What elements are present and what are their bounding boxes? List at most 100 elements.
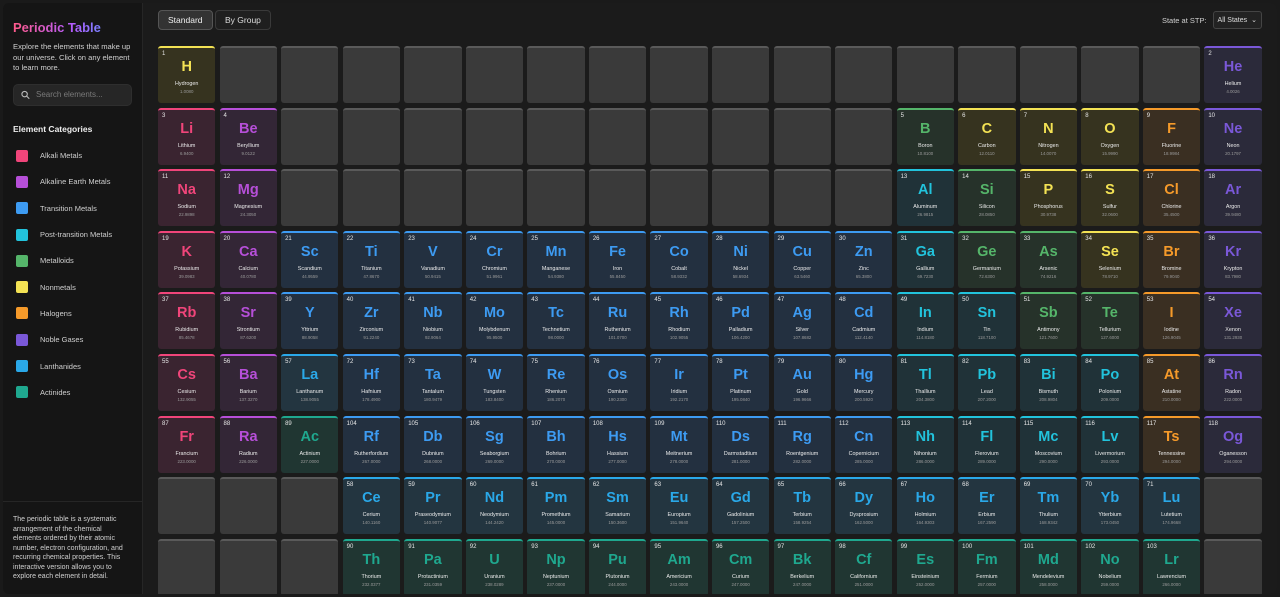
element-v[interactable]: 23 V Vanadium 50.9415 [404,230,462,288]
element-cm[interactable]: 96 Cm Curium 247.0000 [711,538,770,594]
element-eu[interactable]: 63 Eu Europium 151.9640 [650,477,708,535]
element-kr[interactable]: 36 Kr Krypton 83.7980 [1204,230,1262,288]
element-mg[interactable]: 12 Mg Magnesium 24.3050 [219,169,277,227]
element-ho[interactable]: 67 Ho Holmium 164.9303 [896,477,954,535]
element-ti[interactable]: 22 Ti Titanium 47.8670 [342,230,401,288]
element-re[interactable]: 75 Re Rhenium 186.2070 [527,354,585,411]
element-hg[interactable]: 80 Hg Mercury 200.5920 [835,354,893,411]
element-be[interactable]: 4 Be Beryllium 9.0122 [219,107,277,165]
element-ar[interactable]: 18 Ar Argon 39.9480 [1204,169,1262,227]
element-sb[interactable]: 51 Sb Antimony 121.7600 [1019,292,1078,350]
element-zr[interactable]: 40 Zr Zirconium 91.2240 [342,292,401,350]
element-sn[interactable]: 50 Sn Tin 118.7100 [958,292,1016,350]
element-br[interactable]: 35 Br Bromine 79.9040 [1142,230,1201,288]
element-ra[interactable]: 88 Ra Radium 226.0000 [219,415,277,473]
element-bi[interactable]: 83 Bi Bismuth 208.9804 [1019,354,1078,411]
element-in[interactable]: 49 In Indium 114.8180 [896,292,954,350]
element-er[interactable]: 68 Er Erbium 167.2590 [958,477,1016,535]
element-la[interactable]: 57 La Lanthanum 138.9055 [281,354,339,411]
element-og[interactable]: 118 Og Oganesson 294.0000 [1204,415,1262,473]
element-cn[interactable]: 112 Cn Copernicium 285.0000 [835,415,893,473]
element-cd[interactable]: 48 Cd Cadmium 112.4140 [835,292,893,350]
element-ba[interactable]: 56 Ba Barium 137.3270 [219,354,277,411]
category-post[interactable]: Post-transition Metals [13,221,132,247]
element-co[interactable]: 27 Co Cobalt 58.9332 [650,230,708,288]
element-pu[interactable]: 94 Pu Plutonium 244.0000 [588,538,647,594]
element-ne[interactable]: 10 Ne Neon 20.1797 [1204,107,1262,165]
element-f[interactable]: 9 F Fluorine 18.9984 [1142,107,1201,165]
element-mc[interactable]: 115 Mc Moscovium 290.0000 [1019,415,1078,473]
element-nb[interactable]: 41 Nb Niobium 92.9064 [404,292,462,350]
category-metalloid[interactable]: Metalloids [13,248,132,274]
element-o[interactable]: 8 O Oxygen 15.9990 [1081,107,1139,165]
element-ce[interactable]: 58 Ce Cerium 140.1160 [342,477,401,535]
element-nd[interactable]: 60 Nd Neodymium 144.2420 [465,477,524,535]
element-hf[interactable]: 72 Hf Hafnium 178.4900 [342,354,401,411]
element-mt[interactable]: 109 Mt Meitnerium 278.0000 [650,415,708,473]
element-dy[interactable]: 66 Dy Dysprosium 162.5000 [835,477,893,535]
element-n[interactable]: 7 N Nitrogen 14.0070 [1019,107,1078,165]
element-bk[interactable]: 97 Bk Berkelium 247.0000 [773,538,831,594]
element-u[interactable]: 92 U Uranium 238.0289 [465,538,524,594]
category-noble[interactable]: Noble Gases [13,327,132,353]
element-na[interactable]: 11 Na Sodium 22.9898 [158,169,216,227]
element-fr[interactable]: 87 Fr Francium 223.0000 [158,415,216,473]
element-si[interactable]: 14 Si Silicon 28.0850 [958,169,1016,227]
element-am[interactable]: 95 Am Americium 243.0000 [650,538,708,594]
element-cf[interactable]: 98 Cf Californium 251.0000 [835,538,893,594]
element-rg[interactable]: 111 Rg Roentgenium 282.0000 [773,415,831,473]
element-at[interactable]: 85 At Astatine 210.0000 [1142,354,1201,411]
element-lv[interactable]: 116 Lv Livermorium 293.0000 [1081,415,1139,473]
element-h[interactable]: 1 H Hydrogen 1.0080 [158,46,216,103]
element-sg[interactable]: 106 Sg Seaborgium 269.0000 [465,415,524,473]
element-cs[interactable]: 55 Cs Cesium 132.9055 [158,354,216,411]
element-pr[interactable]: 59 Pr Praseodymium 140.9077 [404,477,462,535]
element-po[interactable]: 84 Po Polonium 209.0000 [1081,354,1139,411]
element-te[interactable]: 52 Te Tellurium 127.6000 [1081,292,1139,350]
element-ta[interactable]: 73 Ta Tantalum 180.9479 [404,354,462,411]
element-y[interactable]: 39 Y Yttrium 88.9058 [281,292,339,350]
element-sm[interactable]: 62 Sm Samarium 150.3600 [588,477,647,535]
element-i[interactable]: 53 I Iodine 126.9045 [1142,292,1201,350]
element-sr[interactable]: 38 Sr Strontium 87.6200 [219,292,277,350]
category-nonmetal[interactable]: Nonmetals [13,274,132,300]
element-tb[interactable]: 65 Tb Terbium 158.9254 [773,477,831,535]
category-transition[interactable]: Transition Metals [13,195,132,221]
element-pb[interactable]: 82 Pb Lead 207.2000 [958,354,1016,411]
category-actinide[interactable]: Actinides [13,379,132,405]
element-nh[interactable]: 113 Nh Nihonium 286.0000 [896,415,954,473]
element-fe[interactable]: 26 Fe Iron 55.8450 [588,230,647,288]
element-rn[interactable]: 86 Rn Radon 222.0000 [1204,354,1262,411]
element-s[interactable]: 16 S Sulfur 32.0600 [1081,169,1139,227]
element-hs[interactable]: 108 Hs Hassium 277.0000 [588,415,647,473]
element-gd[interactable]: 64 Gd Gadolinium 157.2500 [711,477,770,535]
element-th[interactable]: 90 Th Thorium 232.0377 [342,538,401,594]
element-al[interactable]: 13 Al Aluminum 26.9815 [896,169,954,227]
element-li[interactable]: 3 Li Lithium 6.9400 [158,107,216,165]
element-mn[interactable]: 25 Mn Manganese 54.9380 [527,230,585,288]
element-cu[interactable]: 29 Cu Copper 63.5460 [773,230,831,288]
element-lr[interactable]: 103 Lr Lawrencium 266.0000 [1142,538,1201,594]
element-cl[interactable]: 17 Cl Chlorine 35.4500 [1142,169,1201,227]
element-zn[interactable]: 30 Zn Zinc 65.3800 [835,230,893,288]
category-lanthanide[interactable]: Lanthanides [13,353,132,379]
element-k[interactable]: 19 K Potassium 39.0983 [158,230,216,288]
element-he[interactable]: 2 He Helium 4.0026 [1204,46,1262,103]
search-input[interactable] [36,90,131,99]
element-db[interactable]: 105 Db Dubnium 268.0000 [404,415,462,473]
element-rf[interactable]: 104 Rf Rutherfordium 267.0000 [342,415,401,473]
search-box[interactable] [13,83,132,106]
element-tc[interactable]: 43 Tc Technetium 98.0000 [527,292,585,350]
category-alkaline[interactable]: Alkaline Earth Metals [13,169,132,195]
element-se[interactable]: 34 Se Selenium 78.9710 [1081,230,1139,288]
category-alkali[interactable]: Alkali Metals [13,143,132,169]
element-as[interactable]: 33 As Arsenic 74.9216 [1019,230,1078,288]
element-ir[interactable]: 77 Ir Iridium 192.2170 [650,354,708,411]
element-ds[interactable]: 110 Ds Darmstadtium 281.0000 [711,415,770,473]
element-xe[interactable]: 54 Xe Xenon 131.2930 [1204,292,1262,350]
element-ru[interactable]: 44 Ru Ruthenium 101.0700 [588,292,647,350]
element-cr[interactable]: 24 Cr Chromium 51.9961 [465,230,524,288]
element-rb[interactable]: 37 Rb Rubidium 85.4678 [158,292,216,350]
element-pm[interactable]: 61 Pm Promethium 145.0000 [527,477,585,535]
element-yb[interactable]: 70 Yb Ytterbium 173.0450 [1081,477,1139,535]
